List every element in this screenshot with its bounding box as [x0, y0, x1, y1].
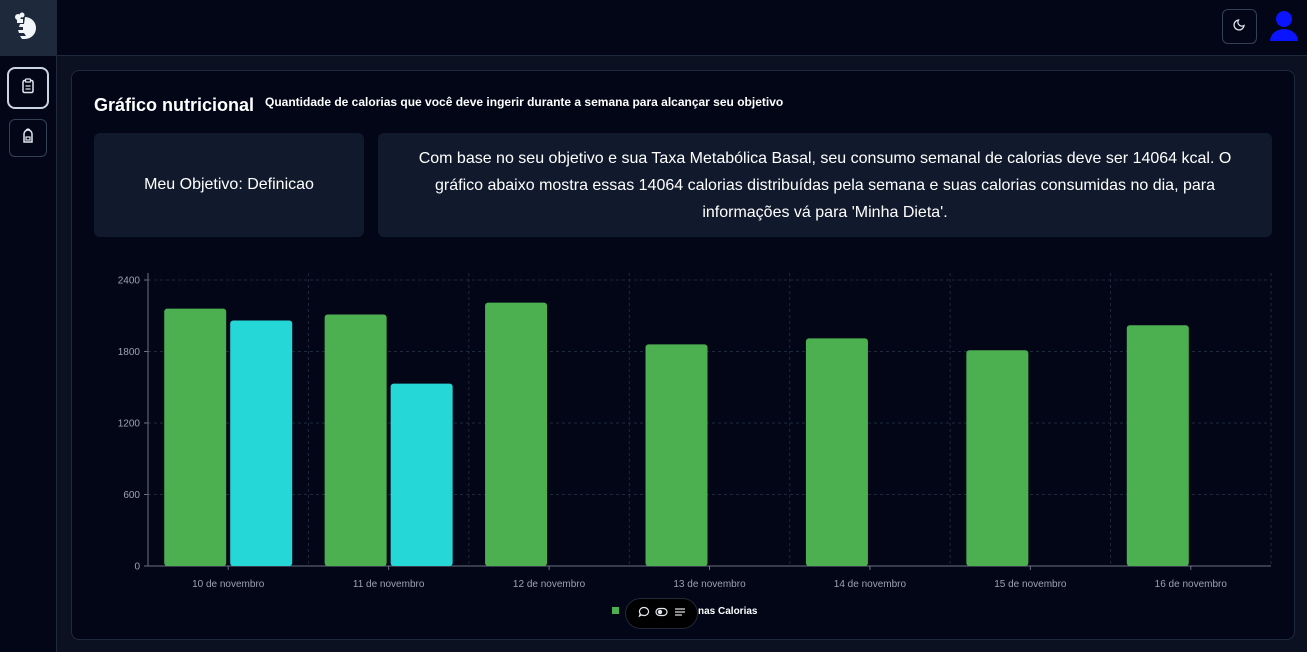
x-tick-label: 16 de novembro — [1155, 579, 1228, 590]
y-tick-label: 600 — [123, 490, 140, 501]
legend-swatch — [612, 607, 619, 614]
y-tick-label: 0 — [134, 562, 140, 573]
x-tick-label: 12 de novembro — [513, 579, 586, 590]
x-tick-label: 10 de novembro — [192, 579, 265, 590]
bar — [966, 350, 1029, 566]
legend-label: nas Calorias — [698, 606, 758, 617]
toggle-icon[interactable] — [655, 605, 668, 623]
bar — [390, 383, 453, 566]
bar — [324, 314, 387, 566]
x-tick-label: 15 de novembro — [994, 579, 1067, 590]
y-tick-label: 1800 — [118, 347, 141, 358]
bar — [485, 302, 548, 566]
y-tick-label: 2400 — [118, 276, 141, 287]
y-tick-label: 1200 — [118, 419, 141, 430]
bar — [645, 344, 708, 566]
bar — [805, 338, 868, 566]
x-tick-label: 14 de novembro — [834, 579, 907, 590]
x-tick-label: 13 de novembro — [673, 579, 746, 590]
bar — [1126, 325, 1189, 566]
bar — [164, 308, 227, 566]
menu-icon[interactable] — [674, 605, 686, 623]
bar — [230, 320, 293, 566]
x-tick-label: 11 de novembro — [353, 579, 425, 590]
comment-icon[interactable] — [637, 605, 650, 623]
floating-toolbar — [625, 598, 698, 629]
calories-bar-chart: 0 600 1200 1800 2400 10 de novembro 11 de nove… — [118, 273, 1272, 617]
